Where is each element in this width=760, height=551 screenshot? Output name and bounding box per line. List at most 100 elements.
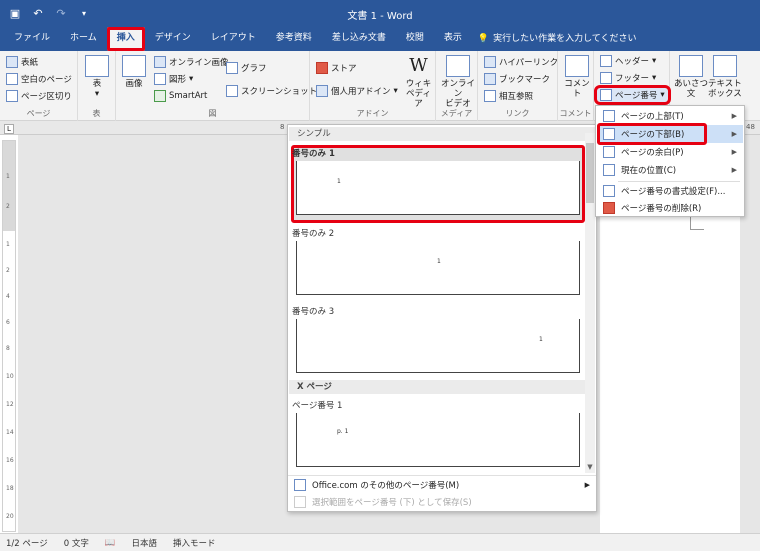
group-label-illustrations: 図 [208,109,217,118]
current-position-icon [603,164,615,176]
my-addins-icon [316,85,328,97]
gallery-scrollbar[interactable]: ▼ [585,133,595,473]
table-icon [85,55,109,77]
picture-button[interactable]: 画像 [122,55,146,89]
bookmark-button[interactable]: ブックマーク [484,73,550,85]
title-bar: ▣ ↶ ↷ ▾ 文書 1 - Word [0,0,760,27]
scrollbar-thumb[interactable] [586,143,594,203]
window-title: 文書 1 - Word [347,11,413,22]
gallery-item-label: 番号のみ 1 [292,149,335,159]
scroll-down-icon[interactable]: ▼ [585,463,595,473]
shapes-icon [154,73,166,85]
status-word-count[interactable]: 0 文字 [64,537,89,549]
greeting-icon [679,55,703,77]
group-label-addins: アドイン [356,109,389,118]
table-button[interactable]: 表 ▾ [85,55,109,99]
store-icon [316,62,328,74]
tab-review[interactable]: 校閲 [396,27,434,51]
header-button[interactable]: ヘッダー ▾ [600,55,656,67]
shapes-button[interactable]: 図形 ▾ [154,73,193,85]
status-insert-mode[interactable]: 挿入モード [173,537,216,549]
gallery-item-page-number-1[interactable]: p. 1 [296,413,580,467]
blank-page-button[interactable]: 空白のページ [6,73,72,85]
tab-insert[interactable]: 挿入 [106,27,145,51]
menu-item-format-page-numbers[interactable]: ページ番号の書式設定(F)... [597,182,743,200]
hyperlink-icon [484,56,496,68]
online-picture-button[interactable]: オンライン画像 [154,56,229,68]
screenshot-icon [226,85,238,97]
group-table: 表 ▾ 表 [78,51,116,121]
cross-reference-button[interactable]: 相互参照 [484,90,533,102]
tab-view[interactable]: 表示 [434,27,472,51]
group-label-pages: ページ [26,109,51,118]
gallery-item-plain-number-1[interactable]: 1 [296,161,580,215]
submenu-arrow-icon: ▶ [584,480,590,489]
wikipedia-button[interactable]: W ウィキ ペディア [402,55,435,109]
group-comments: コメント コメント [558,51,594,121]
group-links: ハイパーリンク ブックマーク 相互参照 リンク [478,51,558,121]
format-page-numbers-icon [603,185,615,197]
online-picture-icon [154,56,166,68]
submenu-arrow-icon: ▶ [731,148,737,156]
remove-page-numbers-icon [603,202,615,214]
group-addins: ストア 個人用アドイン ▾ W ウィキ ペディア アドイン [310,51,436,121]
gallery-item-plain-number-2[interactable]: 1 [296,241,580,295]
page-break-icon [6,90,18,102]
greeting-button[interactable]: あいさつ文 [674,55,708,99]
tab-layout[interactable]: レイアウト [201,27,266,51]
group-label-links: リンク [505,109,530,118]
header-icon [600,55,612,67]
gallery-item-label: 番号のみ 3 [292,307,335,317]
tab-selector-button[interactable]: L [4,124,14,134]
group-label-comments: コメント [559,109,592,118]
save-selection-as-page-number: 選択範囲をページ番号 (下) として保存(S) [288,493,596,511]
page-margins-icon [603,146,615,158]
my-addins-button[interactable]: 個人用アドイン ▾ [316,85,398,97]
status-language[interactable]: 日本語 [131,537,157,549]
cover-page-button[interactable]: 表紙 [6,56,38,68]
group-label-media: メディア [440,109,473,118]
tab-design[interactable]: デザイン [145,27,201,51]
comment-button[interactable]: コメント [561,55,593,99]
top-of-page-icon [603,110,615,122]
menu-item-page-margins[interactable]: ページの余白(P) ▶ [597,143,743,161]
lightbulb-icon: 💡 [477,34,490,44]
menu-item-remove-page-numbers[interactable]: ページ番号の削除(R) [597,199,743,217]
gallery-item-plain-number-3[interactable]: 1 [296,319,580,373]
tell-me-box[interactable]: 💡 実行したい作業を入力してください [472,27,637,51]
page-break-button[interactable]: ページ区切り [6,90,72,102]
textbox-button[interactable]: テキスト ボックス [708,55,742,99]
more-page-numbers-office-com[interactable]: Office.com のその他のページ番号(M) ▶ [288,475,596,493]
ruler-marker-left: 8 [280,123,285,131]
gallery-item-label: ページ番号 1 [292,401,343,411]
status-bar: 1/2 ページ 0 文字 📖 日本語 挿入モード [0,533,760,551]
picture-icon [122,55,146,77]
smartart-icon [154,90,166,102]
office-com-icon [294,478,306,491]
textbox-icon [712,55,737,77]
group-media: オンライン ビデオ メディア [436,51,478,121]
proofing-icon[interactable]: 📖 [105,538,116,548]
menu-item-highlight [597,123,707,145]
tab-mailings[interactable]: 差し込み文書 [322,27,396,51]
page-number-button[interactable]: ページ番号 ▾ [594,85,671,105]
footer-button[interactable]: フッター ▾ [600,72,656,84]
menu-item-current-position[interactable]: 現在の位置(C) ▶ [597,161,743,179]
submenu-arrow-icon: ▶ [731,112,737,120]
online-video-button[interactable]: オンライン ビデオ [439,55,477,109]
smartart-button[interactable]: SmartArt [154,90,207,102]
submenu-arrow-icon: ▶ [731,166,737,174]
bookmark-icon [484,73,496,85]
chart-icon [226,62,238,74]
vertical-ruler: 1 2 1 2 4 6 8 10 12 14 16 18 20 [2,140,16,532]
page-number-gallery: シンプル 番号のみ 1 1 番号のみ 2 1 番号のみ 3 1 X ページ ペー… [287,124,597,512]
status-page-count[interactable]: 1/2 ページ [6,537,48,549]
hyperlink-button[interactable]: ハイパーリンク [484,56,558,68]
chart-button[interactable]: グラフ [226,62,267,74]
tab-file[interactable]: ファイル [4,27,60,51]
tab-references[interactable]: 参考資料 [266,27,322,51]
online-video-icon [446,55,470,77]
store-button[interactable]: ストア [316,62,357,74]
tab-home[interactable]: ホーム [60,27,107,51]
gallery-section-x-page: X ページ [289,380,595,394]
